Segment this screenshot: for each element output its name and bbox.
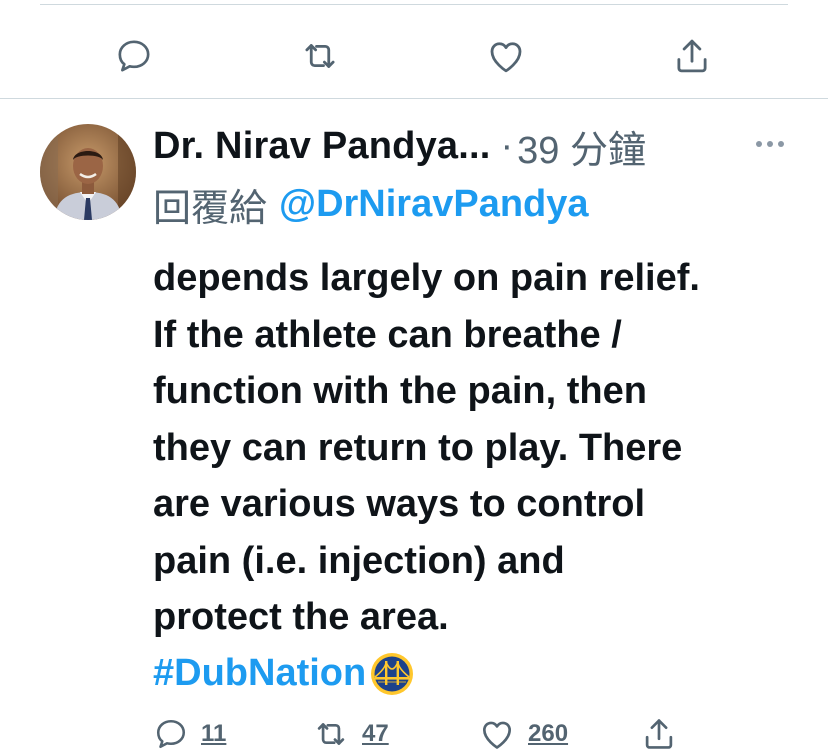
header-separator: · bbox=[500, 124, 514, 167]
retweet-icon bbox=[305, 44, 335, 68]
heart-icon bbox=[482, 721, 512, 749]
tweet-divider bbox=[0, 98, 828, 99]
golden-state-warriors-bridge-icon bbox=[371, 652, 414, 695]
hashtag-line: #DubNation bbox=[153, 646, 813, 702]
previous-tweet-action-bar bbox=[0, 34, 828, 82]
timestamp[interactable]: 39 分鐘 bbox=[517, 119, 646, 174]
tweet-text-line: are various ways to control bbox=[153, 483, 646, 525]
reply-count: 11 bbox=[201, 720, 227, 747]
tweet-text-line: protect the area. bbox=[153, 596, 449, 638]
tweet-action-bar: 11 47 260 bbox=[0, 712, 828, 756]
reply-mention-link[interactable]: @DrNiravPandya bbox=[279, 183, 589, 226]
tweet-text-line: If the athlete can breathe / bbox=[153, 313, 622, 356]
top-divider bbox=[40, 4, 788, 5]
share-icon bbox=[677, 39, 707, 73]
replying-to: 回覆給 @DrNiravPandya bbox=[153, 178, 589, 230]
share-icon bbox=[645, 719, 673, 749]
share-button[interactable] bbox=[670, 34, 714, 78]
reply-button[interactable]: 11 bbox=[153, 712, 226, 756]
retweet-count: 47 bbox=[362, 720, 389, 747]
tweet-text: depends largely on pain relief. If the a… bbox=[153, 250, 813, 702]
more-options-button[interactable] bbox=[748, 126, 792, 162]
like-button[interactable] bbox=[484, 34, 528, 78]
more-icon bbox=[756, 141, 784, 147]
hashtag-link[interactable]: #DubNation bbox=[153, 645, 366, 702]
like-button[interactable]: 260 bbox=[478, 712, 568, 756]
tweet-text-line: they can return to play. There bbox=[153, 426, 683, 469]
tweet-text-line: pain (i.e. injection) and bbox=[153, 539, 565, 582]
reply-icon bbox=[156, 719, 186, 749]
tweet-text-line: depends largely on pain relief. bbox=[153, 257, 700, 299]
reply-label: 回覆給 bbox=[153, 187, 268, 230]
reply-button[interactable] bbox=[112, 34, 156, 78]
retweet-button[interactable]: 47 bbox=[312, 712, 389, 756]
heart-icon bbox=[490, 42, 522, 73]
avatar[interactable] bbox=[40, 124, 136, 220]
profile-photo bbox=[40, 124, 136, 220]
tweet-header: Dr. Nirav Pandya... · 39 分鐘 bbox=[153, 120, 646, 172]
display-name[interactable]: Dr. Nirav Pandya... bbox=[153, 125, 491, 168]
reply-icon bbox=[118, 40, 150, 72]
retweet-button[interactable] bbox=[298, 34, 342, 78]
retweet-icon bbox=[317, 723, 345, 745]
like-count: 260 bbox=[528, 720, 569, 747]
share-button[interactable] bbox=[640, 712, 678, 756]
tweet-text-line: function with the pain, then bbox=[153, 370, 647, 412]
